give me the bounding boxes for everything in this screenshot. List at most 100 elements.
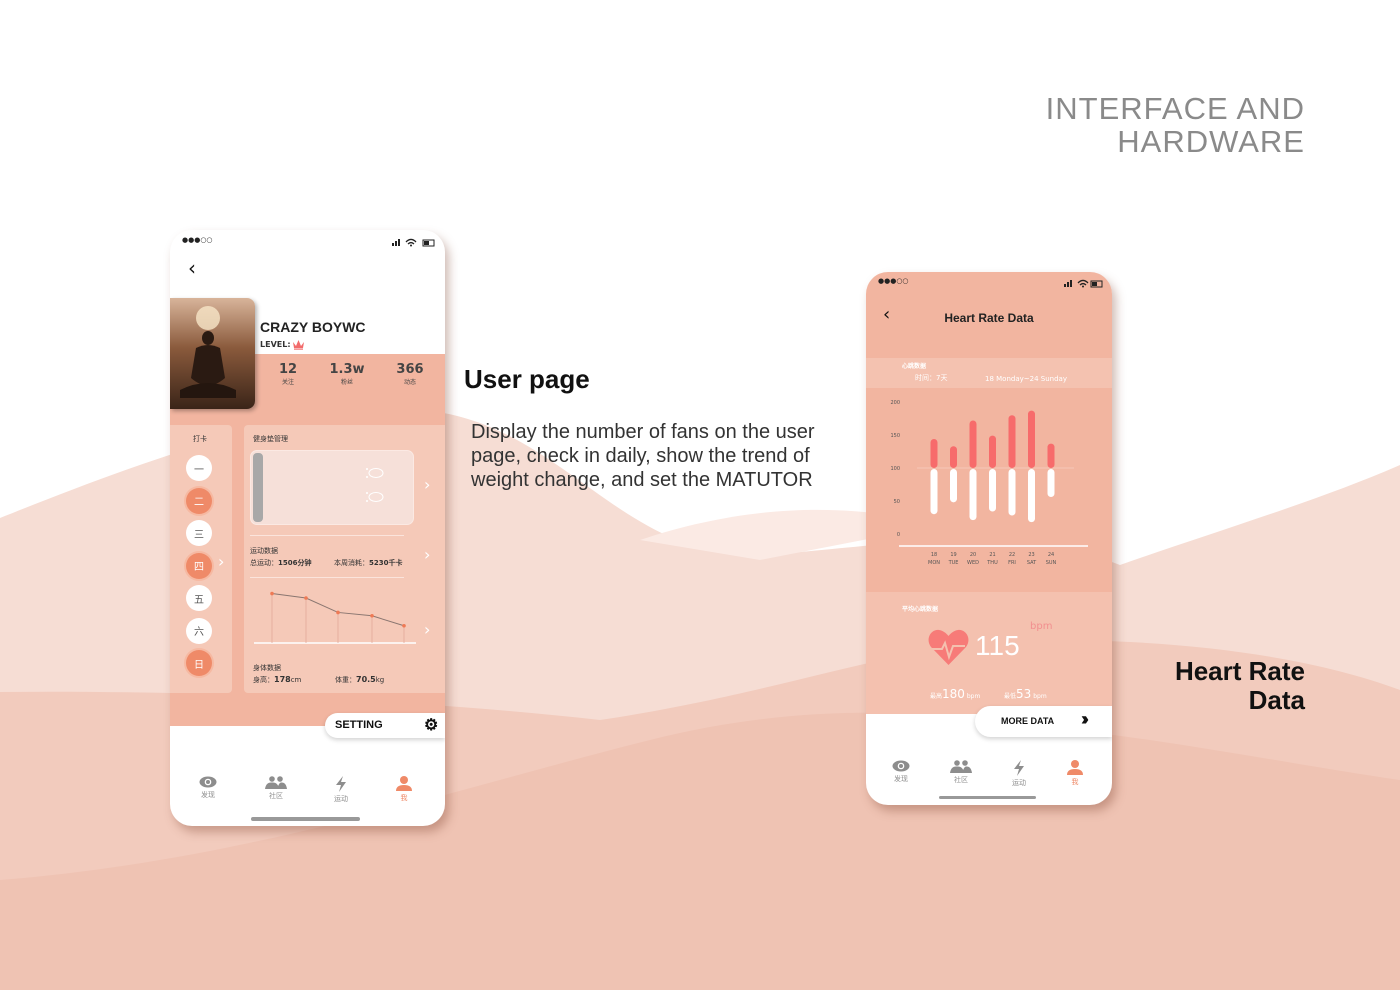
x-tick-weekday: TUE <box>948 560 959 566</box>
trend-point <box>270 591 274 596</box>
gear-icon: ⚙ <box>424 717 439 734</box>
x-tick-weekday: WED <box>967 560 979 566</box>
heading-line: Data <box>1248 685 1305 715</box>
height-label: 身高： <box>253 676 274 684</box>
bar-low <box>1008 469 1016 516</box>
user-page-phone: ●●●○○ ‹ CRAZY BOYWC LEVEL: 12 关注 1.3w 粉丝 3… <box>170 230 445 826</box>
more-data-button[interactable]: MORE DATA ›› <box>975 706 1112 737</box>
checkin-day[interactable]: 日 <box>186 650 212 676</box>
nav-label: 我 <box>400 794 408 802</box>
date-range[interactable]: 18 Monday~24 Sunday <box>985 375 1067 383</box>
height-field: 身高：178cm <box>253 675 301 685</box>
heading-line: Heart Rate <box>1174 656 1305 686</box>
nav-item[interactable]: 社区 <box>941 760 981 785</box>
title-line: HARDWARE <box>1117 124 1305 159</box>
checkin-day[interactable]: 三 <box>186 520 212 546</box>
nav-label: 运动 <box>334 795 348 803</box>
max-rate: 最高180 bpm <box>930 687 980 701</box>
title-line: INTERFACE AND <box>1045 91 1305 126</box>
exercise-total: 总运动：1506分钟 <box>250 558 311 568</box>
checkin-day[interactable]: 四 <box>186 552 212 579</box>
slide-title: INTERFACE AND HARDWARE <box>1046 92 1305 158</box>
heart-icon <box>928 629 969 665</box>
checkin-day[interactable]: 一 <box>186 455 212 481</box>
bar-low <box>950 469 957 503</box>
community-icon <box>941 760 981 773</box>
bar-high <box>1028 410 1035 468</box>
lightning-icon <box>999 760 1039 776</box>
stat-value: 366 <box>396 362 424 377</box>
x-tick-weekday: MON <box>928 560 940 566</box>
checkin-chevron-icon[interactable]: › <box>218 552 224 571</box>
nav-item[interactable]: 我 <box>1055 760 1095 787</box>
time-label: 时间：7天 <box>915 374 948 382</box>
nav-label: 我 <box>1071 778 1079 786</box>
max-label: 最高 <box>930 693 943 700</box>
bar-low <box>1047 469 1055 498</box>
trend-point <box>402 623 406 628</box>
checkin-day[interactable]: 六 <box>186 617 212 644</box>
nav-label: 社区 <box>269 792 283 800</box>
nav-item[interactable]: 社区 <box>256 776 296 801</box>
x-tick-day: 24 <box>1048 552 1054 558</box>
bar-high <box>1008 415 1016 468</box>
mat-card[interactable] <box>250 450 414 525</box>
min-unit: bpm <box>1033 693 1047 700</box>
mat-chevron-icon[interactable]: › <box>424 475 430 494</box>
x-tick-weekday: FRI <box>1008 560 1016 566</box>
stat-value: 1.3w <box>329 362 365 377</box>
y-tick-label: 100 <box>890 466 900 472</box>
exercise-title: 运动数据 <box>250 547 278 555</box>
weight-value: 70.5 <box>356 675 376 684</box>
user-name: CRAZY BOYWC <box>260 319 366 335</box>
stat-posts[interactable]: 366 动态 <box>392 362 428 386</box>
y-tick-label: 50 <box>894 499 900 505</box>
exercise-chevron-icon[interactable]: › <box>424 545 430 564</box>
checkin-day[interactable]: 五 <box>186 585 212 611</box>
weight-label: 体重： <box>335 676 356 684</box>
home-indicator <box>939 796 1036 799</box>
status-icons <box>1064 279 1103 288</box>
bar-low <box>930 469 938 515</box>
trend-point <box>336 610 340 615</box>
back-button[interactable]: ‹ <box>188 256 196 280</box>
user-icon <box>1055 760 1095 775</box>
section-label: 心跳数据 <box>902 363 927 370</box>
checkin-title: 打卡 <box>193 435 207 443</box>
x-tick-weekday: SUN <box>1046 560 1057 566</box>
bar-high <box>989 435 996 468</box>
nav-item[interactable]: 我 <box>384 776 424 803</box>
divider <box>250 577 404 578</box>
weight-field: 体重：70.5kg <box>335 675 384 685</box>
nav-item[interactable]: 发现 <box>881 760 921 784</box>
height-unit: cm <box>290 676 302 684</box>
footprint-icon <box>366 468 384 502</box>
burn-label: 本周消耗： <box>334 559 369 567</box>
page-title: Heart Rate Data <box>944 311 1034 325</box>
bar-high <box>930 438 938 468</box>
x-tick-weekday: SAT <box>1027 560 1037 566</box>
stat-label: 关注 <box>281 379 294 386</box>
mat-title: 健身垫管理 <box>253 435 288 443</box>
stat-follow[interactable]: 12 关注 <box>273 362 303 386</box>
stat-fans[interactable]: 1.3w 粉丝 <box>327 362 367 386</box>
signal-dots: ●●●○○ <box>878 277 909 285</box>
setting-button[interactable]: SETTING ⚙ <box>325 713 445 738</box>
body-chevron-icon[interactable]: › <box>424 620 430 639</box>
bar-low <box>969 469 977 521</box>
average-panel: 平均心跳数据 115 bpm 最高180 bpm 最低53 bpm <box>866 592 1112 714</box>
user-page-heading: User page <box>464 364 590 394</box>
status-icons <box>392 238 435 247</box>
height-value: 178 <box>274 675 291 684</box>
range-bar: 心跳数据 时间：7天 18 Monday~24 Sunday <box>866 358 1112 388</box>
total-value: 1506分钟 <box>278 559 312 567</box>
bar-high <box>950 446 957 468</box>
avg-value: 115 <box>975 630 1020 661</box>
avg-label: 平均心跳数据 <box>902 606 939 613</box>
checkin-day[interactable]: 二 <box>186 487 212 514</box>
heart-rate-phone: ●●●○○ ‹ Heart Rate Data 心跳数据 时间：7天 18 Mo… <box>866 272 1112 805</box>
nav-item[interactable]: 发现 <box>188 776 228 800</box>
nav-item[interactable]: 运动 <box>999 760 1039 788</box>
y-tick-label: 200 <box>890 400 900 406</box>
nav-item[interactable]: 运动 <box>321 776 361 804</box>
